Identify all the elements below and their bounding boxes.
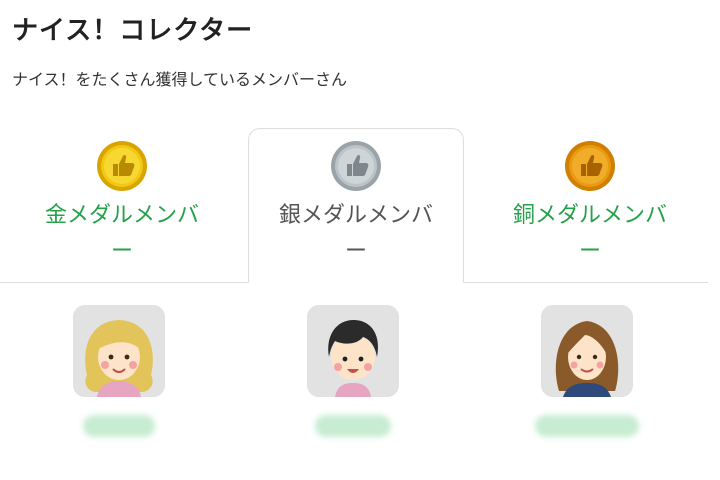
brown-haired-woman-avatar[interactable] <box>541 305 633 397</box>
member-list <box>0 305 720 455</box>
page-title: ナイス！コレクター <box>12 16 254 46</box>
page-subtitle: ナイス！をたくさん獲得しているメンバーさん <box>12 70 348 89</box>
member-card[interactable] <box>59 305 179 437</box>
tab-label: 金メダルメンバー <box>44 203 199 264</box>
member-name-blurred[interactable] <box>535 415 639 437</box>
member-name-blurred[interactable] <box>83 415 155 437</box>
black-haired-boy-avatar[interactable] <box>307 305 399 397</box>
gold-thumbs-up-medal-icon <box>97 141 147 191</box>
silver-thumbs-up-medal-icon <box>331 141 381 191</box>
tab-label: 銀メダルメンバー <box>278 203 433 264</box>
tab-label: 銅メダルメンバー <box>512 203 667 264</box>
blonde-woman-avatar[interactable] <box>73 305 165 397</box>
bronze-thumbs-up-medal-icon <box>565 141 615 191</box>
tab-silver-members[interactable]: 銀メダルメンバー <box>248 128 464 283</box>
member-name-blurred[interactable] <box>315 415 391 437</box>
tab-gold-members[interactable]: 金メダルメンバー <box>14 128 230 283</box>
member-card[interactable] <box>293 305 413 437</box>
member-card[interactable] <box>527 305 647 437</box>
tab-bronze-members[interactable]: 銅メダルメンバー <box>482 128 698 283</box>
